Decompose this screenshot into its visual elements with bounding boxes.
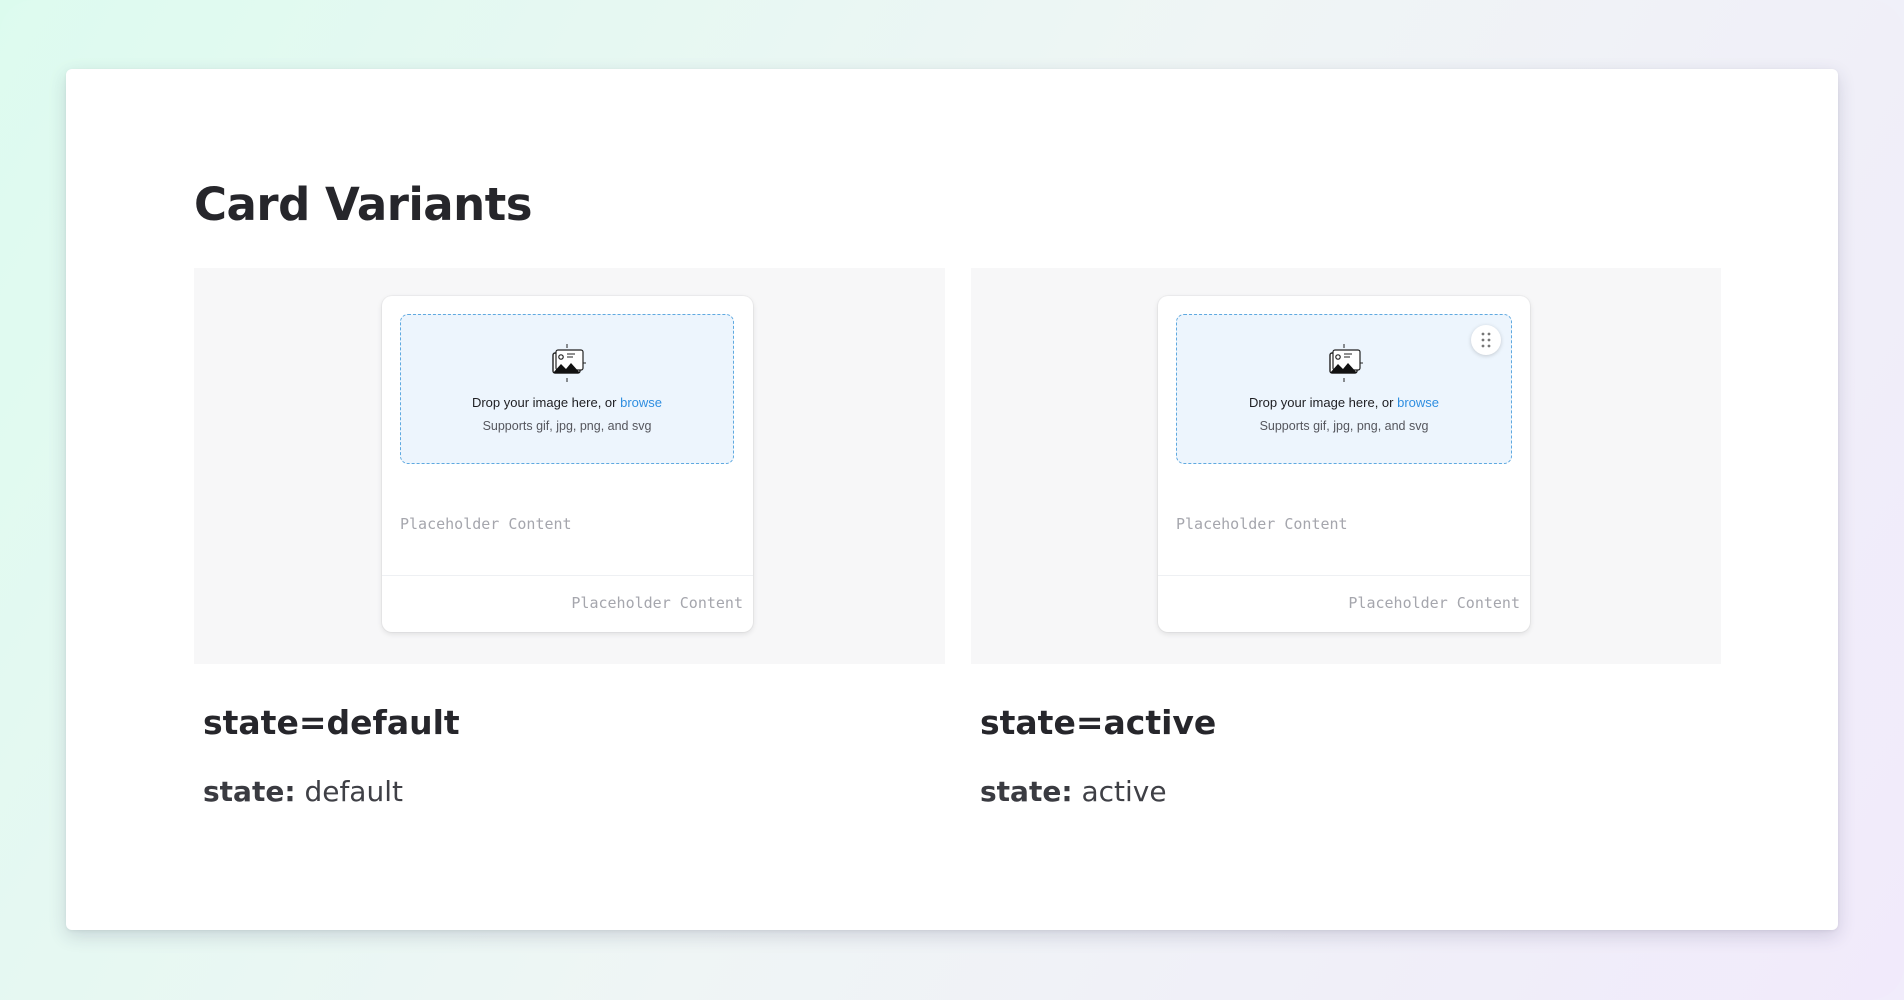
- dropzone-hint: Supports gif, jpg, png, and svg: [1259, 419, 1429, 433]
- variant-preview-active: Drop your image here, or browse Supports…: [971, 268, 1721, 664]
- prop-value: default: [304, 775, 403, 808]
- variant-name-default: state=default: [203, 703, 460, 742]
- dropzone-text: Drop your image here, or: [1248, 395, 1398, 410]
- card-divider: [382, 575, 753, 576]
- card-body-placeholder: Placeholder Content: [1176, 515, 1348, 533]
- dropzone-instruction: Drop your image here, or browse: [1177, 395, 1511, 410]
- dropzone-instruction: Drop your image here, or browse: [401, 395, 733, 410]
- card-footer-placeholder: Placeholder Content: [1348, 594, 1520, 612]
- prop-key: state:: [980, 775, 1073, 808]
- variant-name-active: state=active: [980, 703, 1217, 742]
- variant-preview-default: Drop your image here, or browse Supports…: [194, 268, 945, 664]
- browse-link[interactable]: browse: [1397, 395, 1439, 410]
- page-title: Card Variants: [194, 178, 533, 231]
- dropzone-hint: Supports gif, jpg, png, and svg: [482, 419, 652, 433]
- drag-handle[interactable]: [1471, 325, 1501, 355]
- image-upload-icon: [1329, 344, 1363, 382]
- drag-handle-icon: [1481, 332, 1491, 348]
- card-default[interactable]: Drop your image here, or browse Supports…: [382, 296, 753, 632]
- card-active[interactable]: Drop your image here, or browse Supports…: [1158, 296, 1530, 632]
- prop-value: active: [1081, 775, 1167, 808]
- prop-key: state:: [203, 775, 296, 808]
- image-upload-icon: [552, 344, 586, 382]
- image-dropzone[interactable]: Drop your image here, or browse Supports…: [1176, 314, 1512, 464]
- browse-link[interactable]: browse: [620, 395, 662, 410]
- image-dropzone[interactable]: Drop your image here, or browse Supports…: [400, 314, 734, 464]
- variant-prop-active: state: active: [980, 775, 1167, 808]
- card-footer-placeholder: Placeholder Content: [571, 594, 743, 612]
- card-divider: [1158, 575, 1530, 576]
- card-body-placeholder: Placeholder Content: [400, 515, 572, 533]
- dropzone-text: Drop your image here, or: [471, 395, 621, 410]
- variant-prop-default: state: default: [203, 775, 403, 808]
